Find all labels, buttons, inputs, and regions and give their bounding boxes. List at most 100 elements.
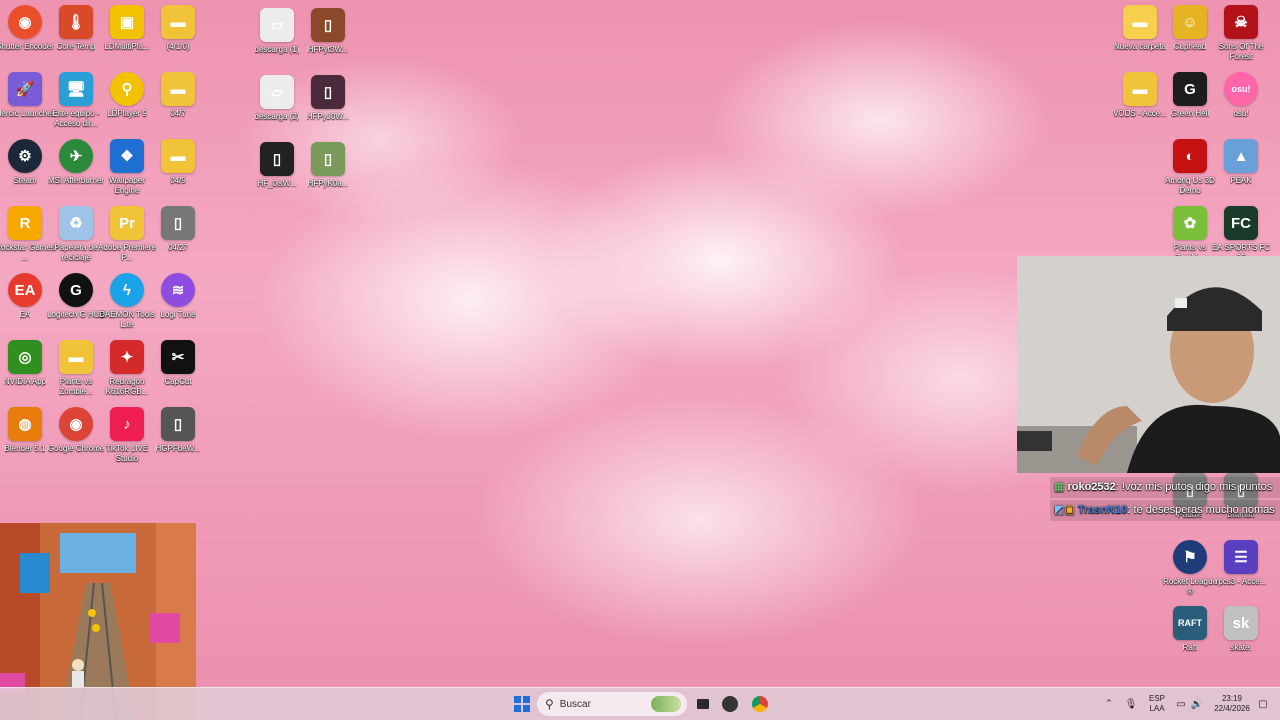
desktop-icon[interactable]: ▯ HFPyJ0W... xyxy=(298,75,358,122)
desktop-icon[interactable]: ▲ PEAK xyxy=(1211,139,1271,186)
image-icon: ▯ xyxy=(311,142,345,176)
desktop-icon[interactable]: ▬ 04/9 xyxy=(148,139,208,186)
clock-date: 22/4/2026 xyxy=(1214,704,1250,713)
chat-message: ◩▣ TrasnN10: te desesperas mucho nomas xyxy=(1050,500,1280,521)
tiktok-live-icon: ♪ xyxy=(110,407,144,441)
logitech-ghub-icon: G xyxy=(59,273,93,307)
desktop-icon-label: HF_0lsW... xyxy=(257,179,297,188)
desktop-icon-label: Google Chrome xyxy=(47,444,105,453)
desktop-icon[interactable]: ▯ HFPyK0a... xyxy=(298,142,358,189)
desktop-icon[interactable]: ▬ (4/1/0) xyxy=(148,5,208,52)
thermometer-icon: 🌡 xyxy=(59,5,93,39)
desktop-icon-label: Green Hell xyxy=(1170,109,1210,118)
redragon-icon: ✦ xyxy=(110,340,144,374)
start-button[interactable] xyxy=(512,694,532,714)
microphone-icon[interactable]: 🎙 xyxy=(1124,694,1138,714)
taskbar: ⚲ Buscar ⌃ 🎙 ESP LAA ▭ 🔊 23:19 22/4/2026… xyxy=(0,687,1280,720)
chat-badge-icon: ▣ xyxy=(1064,504,1075,516)
desktop-icon-label: CapCut xyxy=(164,377,192,386)
desktop-icon[interactable]: ✂ CapCut xyxy=(148,340,208,387)
volume-icon[interactable]: 🔊 xyxy=(1190,694,1204,714)
peak-icon: ▲ xyxy=(1224,139,1258,173)
desktop-icon-label: HFPyK0a... xyxy=(307,179,349,188)
desktop-icon-label: descarga (1) xyxy=(254,45,300,54)
skate-icon: sk xyxy=(1224,606,1258,640)
desktop-icon-label: LDMultiPla... xyxy=(104,42,150,51)
language-indicator[interactable]: ESP LAA xyxy=(1146,694,1168,714)
desktop-icon-label: skate. xyxy=(1230,643,1252,652)
desktop-icon-label: HFPyt3W... xyxy=(307,45,349,54)
google-chrome-icon: ◉ xyxy=(59,407,93,441)
chrome-icon xyxy=(752,696,768,712)
search-placeholder: Buscar xyxy=(559,698,591,710)
desktop-icon[interactable]: sk skate. xyxy=(1211,606,1271,653)
desktop-icon[interactable]: ☠ Sons Of The Forest xyxy=(1211,5,1271,62)
image-icon: ▯ xyxy=(161,206,195,240)
msi-afterburner-icon: ✈ xyxy=(59,139,93,173)
taskbar-app-obs[interactable] xyxy=(720,694,740,714)
rpcs3-icon: ☰ xyxy=(1224,540,1258,574)
raft-icon: RAFT xyxy=(1173,606,1207,640)
webcam-overlay xyxy=(1017,256,1280,473)
tray-overflow-chevron-icon[interactable]: ⌃ xyxy=(1102,694,1116,714)
desktop-icon-label: PEAK xyxy=(1230,176,1252,185)
desktop-icon-label: HGPFdeW... xyxy=(155,444,201,453)
taskbar-search[interactable]: ⚲ Buscar xyxy=(537,692,687,716)
desktop-icon-label: Blender 5.1 xyxy=(4,444,46,453)
folder-icon: ▬ xyxy=(161,139,195,173)
desktop-icon-label: Cuphead xyxy=(1173,42,1207,51)
chat-username: TrasnN10 xyxy=(1077,504,1128,516)
windows-logo-icon xyxy=(514,696,530,712)
desktop-icon[interactable]: ▯ 04/27 xyxy=(148,206,208,253)
desktop-icon-label: VODS - Acce... xyxy=(1113,109,1167,118)
image-icon: ▯ xyxy=(260,142,294,176)
keyboard-layout: LAA xyxy=(1149,704,1165,713)
pvz-icon: ✿ xyxy=(1173,206,1207,240)
blender-icon: ◍ xyxy=(8,407,42,441)
desktop-icon[interactable]: ▯ HGPFdeW... xyxy=(148,407,208,454)
desktop-icon[interactable]: ≋ Logi Tune xyxy=(148,273,208,320)
steam-icon: ⚙ xyxy=(8,139,42,173)
desktop-icon-label: osu! xyxy=(1233,109,1249,118)
desktop-icon-label: Core Temp xyxy=(56,42,96,51)
image-icon: ▯ xyxy=(311,8,345,42)
image-icon: ▯ xyxy=(161,407,195,441)
ldmultiplayer-icon: ▣ xyxy=(110,5,144,39)
search-highlight-image xyxy=(651,696,681,712)
chat-text: : te desesperas mucho nomas xyxy=(1127,504,1275,516)
desktop-icon-label: Logi Tune xyxy=(160,310,196,319)
desktop-icon[interactable]: FCEA SPORTS FC 25 xyxy=(1211,206,1271,263)
notification-icon[interactable]: ▢ xyxy=(1256,694,1270,714)
desktop-icon-label: Raft xyxy=(1182,643,1198,652)
network-icon[interactable]: ▭ xyxy=(1174,694,1188,714)
ea-icon: EA xyxy=(8,273,42,307)
heroic-launcher-icon: 🚀 xyxy=(8,72,42,106)
folder-icon: ▬ xyxy=(161,5,195,39)
desktop-icon[interactable]: ▯ HFPyt3W... xyxy=(298,8,358,55)
clock[interactable]: 23:19 22/4/2026 xyxy=(1206,694,1258,714)
nvidia-app-icon: ◎ xyxy=(8,340,42,374)
this-pc-icon: 🖥 xyxy=(59,72,93,106)
stream-chat: ▦ roko2532: !voz mis putos digo mis punt… xyxy=(1050,477,1280,523)
ea-sports-fc-icon: FC xyxy=(1224,206,1258,240)
folder-icon: ▬ xyxy=(1123,72,1157,106)
task-view-button[interactable] xyxy=(694,694,712,714)
search-icon: ⚲ xyxy=(545,697,554,711)
desktop-icon[interactable]: osu! osu! xyxy=(1211,72,1271,119)
capcut-icon: ✂ xyxy=(161,340,195,374)
image-icon: ▱ xyxy=(260,8,294,42)
obs-icon xyxy=(722,696,738,712)
folder-icon: ▬ xyxy=(59,340,93,374)
chat-text: : !voz mis putos digo mis puntos xyxy=(1115,481,1273,493)
daemon-tools-icon: ϟ xyxy=(110,273,144,307)
wallpaper-engine-icon: ❖ xyxy=(110,139,144,173)
desktop-icon[interactable]: ☰ rpcs3 - Acce... xyxy=(1211,540,1271,587)
sons-of-the-forest-icon: ☠ xyxy=(1224,5,1258,39)
folder-icon: ▬ xyxy=(161,72,195,106)
desktop-icon[interactable]: ▬ 04/7 xyxy=(148,72,208,119)
rockstar-games-icon: R xyxy=(8,206,42,240)
desktop-icon-label: MSI Afterburner xyxy=(47,176,105,185)
desktop-icon-label: EA xyxy=(19,310,31,319)
folder-icon: ▬ xyxy=(1123,5,1157,39)
taskbar-app-chrome[interactable] xyxy=(750,694,770,714)
